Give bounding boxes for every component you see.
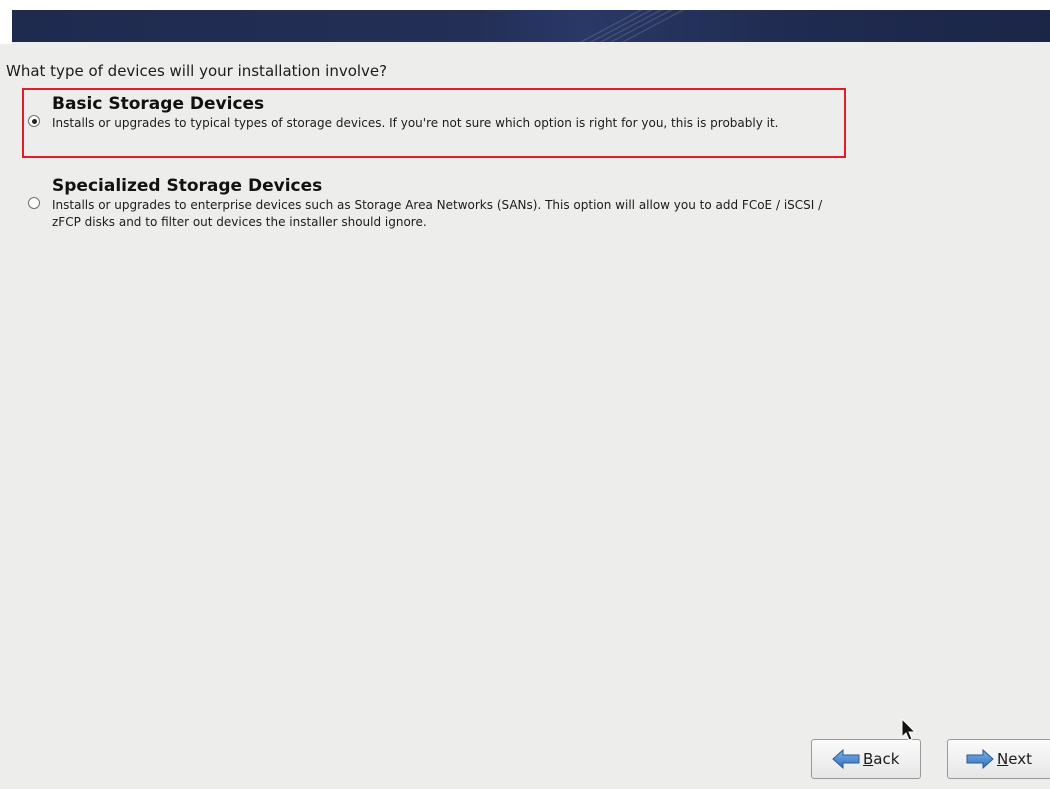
next-button[interactable]: Next: [947, 739, 1050, 779]
option-title: Basic Storage Devices: [52, 94, 265, 114]
arrow-left-icon: [832, 748, 860, 770]
next-button-label: Next: [997, 750, 1032, 768]
option-title: Specialized Storage Devices: [52, 176, 323, 196]
installer-screen: What type of devices will your installat…: [0, 0, 1050, 789]
radio-basic-storage[interactable]: [28, 115, 40, 127]
option-specialized-storage[interactable]: Specialized Storage Devices Installs or …: [22, 172, 846, 238]
option-basic-storage[interactable]: Basic Storage Devices Installs or upgrad…: [22, 88, 846, 158]
header-banner: [12, 10, 1050, 42]
mouse-pointer-icon: [901, 717, 917, 742]
back-button[interactable]: Back: [811, 739, 921, 779]
page-question: What type of devices will your installat…: [6, 62, 388, 80]
radio-selected-dot: [31, 118, 37, 124]
left-edge: [0, 0, 12, 44]
top-edge: [0, 0, 1050, 10]
option-description: Installs or upgrades to enterprise devic…: [52, 198, 823, 229]
radio-specialized-storage[interactable]: [28, 197, 40, 209]
arrow-right-icon: [966, 748, 994, 770]
back-button-label: Back: [863, 750, 900, 768]
option-description: Installs or upgrades to typical types of…: [52, 116, 779, 130]
